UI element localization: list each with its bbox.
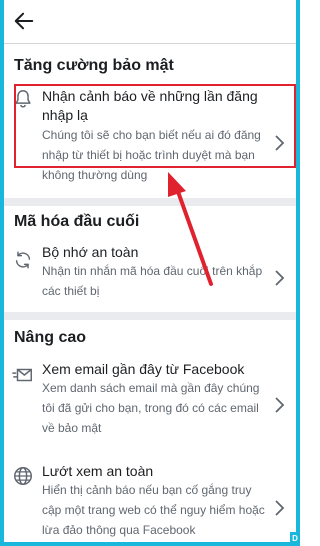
- top-bar: [4, 0, 296, 44]
- section-divider: [4, 312, 296, 320]
- item-title: Bộ nhớ an toàn: [42, 244, 139, 260]
- chevron-right-icon: [275, 397, 285, 413]
- section-title-security: Tăng cường bảo mật: [14, 57, 174, 74]
- chevron-right-icon: [275, 270, 285, 286]
- item-title: Xem email gần đây từ Facebook: [42, 361, 245, 377]
- corner-logo: D: [290, 532, 300, 546]
- item-title: Nhận cảnh báo về những lần đăng nhập lạ: [42, 88, 258, 123]
- chevron-right-icon: [275, 500, 285, 516]
- item-title: Lướt xem an toàn: [42, 463, 154, 479]
- item-description: Nhận tin nhắn mã hóa đầu cuối trên khắp …: [42, 264, 263, 298]
- item-description: Hiển thị cảnh báo nếu bạn cố gắng truy c…: [42, 483, 265, 537]
- chevron-right-icon: [275, 135, 285, 151]
- back-arrow-icon[interactable]: [13, 10, 35, 32]
- screen-frame: Tăng cường bảo mật Nhận cảnh báo về nhữn…: [0, 0, 300, 546]
- login-alerts-item[interactable]: Nhận cảnh báo về những lần đăng nhập lạ …: [4, 84, 296, 182]
- item-description: Chúng tôi sẽ cho bạn biết nếu ai đó đăng…: [42, 128, 261, 182]
- safe-browsing-item[interactable]: Lướt xem an toàn Hiển thị cảnh báo nếu b…: [4, 459, 296, 542]
- item-description: Xem danh sách email mà gần đây chúng tôi…: [42, 381, 260, 435]
- sync-icon: [15, 251, 31, 269]
- bell-icon: [15, 90, 31, 108]
- secure-storage-item[interactable]: Bộ nhớ an toàn Nhận tin nhắn mã hóa đầu …: [4, 240, 296, 306]
- section-divider: [4, 198, 296, 206]
- section-title-advanced: Nâng cao: [14, 329, 87, 346]
- recent-emails-item[interactable]: Xem email gần đây từ Facebook Xem danh s…: [4, 357, 296, 445]
- section-title-e2ee: Mã hóa đầu cuối: [14, 213, 140, 230]
- email-icon: [12, 368, 32, 382]
- globe-icon: [14, 467, 32, 485]
